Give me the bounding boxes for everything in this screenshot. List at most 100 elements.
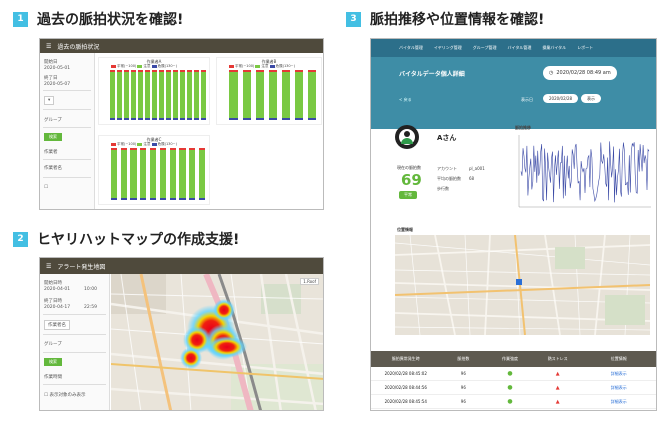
chart-bar xyxy=(268,70,278,120)
heat-spot xyxy=(213,299,235,321)
heat-spot xyxy=(207,336,247,358)
alert-map-sidebar: 開始日時 2020-04-01 10:00 終了日時 2020-04-17 22… xyxy=(40,274,110,410)
section-3-title: 脈拍推移や位置情報を確認! xyxy=(370,12,545,28)
table-cell: 96 xyxy=(460,399,466,404)
bar-chart-area: 作業者A 平常(~100) 注意 危険(130~) 作業者B 平常(~100) 注意… xyxy=(98,55,323,209)
chart-bar xyxy=(201,70,206,120)
start-time-value[interactable]: 10:00 xyxy=(84,287,97,292)
pulse-status-badge: 平常 xyxy=(399,191,417,199)
chart-bar xyxy=(140,148,147,200)
info-label: 歩行数 xyxy=(437,186,449,191)
table-cell[interactable]: 詳細表示 xyxy=(582,399,656,405)
period-select[interactable]: ▾ xyxy=(44,96,55,105)
info-value: 68 xyxy=(469,176,475,181)
section-1-header: 1 過去の脈拍状況を確認! xyxy=(13,9,183,29)
table-header-cell: 脈拍異常発生時 xyxy=(391,356,420,361)
table-cell: ● xyxy=(507,370,513,377)
window-title: アラート発生地図 xyxy=(57,263,106,271)
nav-item[interactable]: バイタル管理 xyxy=(399,45,423,51)
chart-bar xyxy=(130,148,137,200)
sidebar-label: 終了日 xyxy=(44,76,58,81)
nav-item[interactable]: レポート xyxy=(577,45,593,51)
reload-button[interactable]: 表示 xyxy=(581,94,601,103)
back-link[interactable]: < 戻る xyxy=(399,97,412,103)
table-cell: ● xyxy=(507,398,513,405)
chart-bar xyxy=(117,70,122,120)
section-2-badge: 2 xyxy=(13,231,28,247)
table-header-cell: 作業強度 xyxy=(502,356,519,361)
nav-item[interactable]: グループ管理 xyxy=(473,45,497,51)
pulse-value: 69 xyxy=(401,171,422,189)
chart-bar xyxy=(159,70,164,120)
promo-screenshot: { "colors":{"accent_badge":"#43bfe3","ti… xyxy=(0,0,670,425)
menu-icon[interactable]: ☰ xyxy=(46,263,51,270)
nav-item[interactable]: バイタル管理 xyxy=(508,45,532,51)
table-cell[interactable]: 詳細表示 xyxy=(582,385,656,391)
header-banner: バイタルデータ個人詳細 ◷ 2020/02/28 08:49 am < 戻る 表… xyxy=(371,57,656,129)
end-date-value[interactable]: 2020-05-07 xyxy=(44,82,70,87)
sidebar-label: 開始日時 xyxy=(44,281,62,286)
table-cell[interactable]: 詳細表示 xyxy=(582,371,656,377)
group-label: グループ xyxy=(44,118,62,123)
section-3-header: 3 脈拍推移や位置情報を確認! xyxy=(346,9,544,29)
nav-item[interactable]: 操業バイタル xyxy=(542,45,566,51)
menu-icon[interactable]: ☰ xyxy=(46,43,51,50)
worker-name-label: 作業者名 xyxy=(44,166,62,171)
checkbox[interactable]: ☐ xyxy=(44,185,48,190)
top-navigation: バイタル管理 イヤリング管理 グループ管理 バイタル管理 操業バイタル レポート xyxy=(371,39,656,57)
info-label: アカウント xyxy=(437,166,457,171)
section-1-badge: 1 xyxy=(13,11,28,27)
start-date-value[interactable]: 2020-04-01 xyxy=(44,287,70,292)
chart-legend: 平常(~100) 注意 危険(130~) xyxy=(111,64,177,69)
pulse-chart-title: 脈拍推移 xyxy=(515,125,531,130)
chart-bar xyxy=(308,70,317,120)
chart-bar xyxy=(124,70,129,120)
pulse-history-titlebar: ☰ 過去の脈拍状況 xyxy=(40,39,323,53)
chart-bar xyxy=(179,148,186,200)
page-title: バイタルデータ個人詳細 xyxy=(399,71,465,78)
chart-bar xyxy=(145,70,150,120)
chart-legend: 平常(~100) 注意 危険(130~) xyxy=(111,142,177,147)
info-value: pl_a001 xyxy=(469,166,485,171)
chart-bar xyxy=(282,70,291,120)
search-button[interactable]: 検索 xyxy=(44,133,62,141)
table-header-cell: 脈拍数 xyxy=(457,356,470,361)
alert-table: 脈拍異常発生時 脈拍数 作業強度 熱ストレス 位置情報 2020/02/28 08:45:… xyxy=(371,351,656,409)
chart-bar xyxy=(138,70,143,120)
window-title: 過去の脈拍状況 xyxy=(57,43,100,51)
checkbox[interactable]: ☐ 表示対象のみ表示 xyxy=(44,392,85,398)
sidebar-label: 開始日 xyxy=(44,60,58,65)
table-cell: ▲ xyxy=(555,370,560,377)
worker-select[interactable]: 作業者名 xyxy=(44,320,70,330)
location-map[interactable] xyxy=(395,235,650,335)
chart-bar xyxy=(295,70,304,120)
nav-item[interactable]: イヤリング管理 xyxy=(434,45,462,51)
chart-bar xyxy=(152,70,157,120)
date-input[interactable]: 2020/02/28 xyxy=(543,94,579,103)
heatmap-map[interactable] xyxy=(111,274,324,411)
table-row: 2020/02/28 08:44:56 96 ● ▲ 詳細表示 xyxy=(371,381,656,395)
sidebar-label: 終了日時 xyxy=(44,299,62,304)
location-pin[interactable] xyxy=(516,279,522,285)
table-cell: 2020/02/28 08:44:56 xyxy=(384,385,427,390)
bar-chart: 作業者C 平常(~100) 注意 危険(130~) xyxy=(98,135,210,205)
table-row: 2020/02/28 08:45:02 96 ● ▲ 詳細表示 xyxy=(371,367,656,381)
group-label: グループ xyxy=(44,342,62,347)
pulse-history-window: ☰ 過去の脈拍状況 開始日 2020-05-01 終了日 2020-05-07 … xyxy=(39,38,324,210)
chart-bar xyxy=(187,70,192,120)
section-2-header: 2 ヒヤリハットマップの作成支援! xyxy=(13,229,239,249)
chart-bar xyxy=(180,70,185,120)
clock-icon: ◷ xyxy=(549,70,554,76)
table-header-row: 脈拍異常発生時 脈拍数 作業強度 熱ストレス 位置情報 xyxy=(371,351,656,367)
worker-name: Aさん xyxy=(437,134,457,142)
chart-bar xyxy=(110,70,115,120)
search-button[interactable]: 検索 xyxy=(44,358,62,366)
map-layer-label[interactable]: 1.Roof xyxy=(300,278,319,285)
info-label: 平均の脈拍数 xyxy=(437,176,461,181)
start-date-value[interactable]: 2020-05-01 xyxy=(44,66,70,71)
end-time-value[interactable]: 22:59 xyxy=(84,305,97,310)
chart-bar xyxy=(150,148,157,200)
chart-bar xyxy=(242,70,251,120)
table-header-cell: 位置情報 xyxy=(610,356,627,361)
end-date-value[interactable]: 2020-04-17 xyxy=(44,305,70,310)
